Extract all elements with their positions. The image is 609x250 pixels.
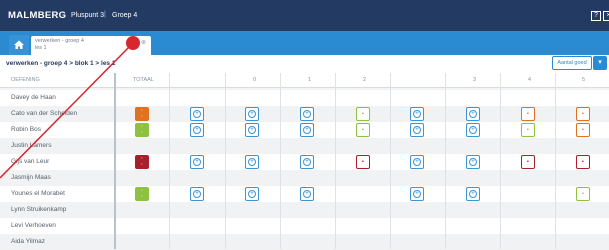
laser-pointer-line — [0, 42, 134, 179]
pointer-marker — [126, 36, 140, 50]
